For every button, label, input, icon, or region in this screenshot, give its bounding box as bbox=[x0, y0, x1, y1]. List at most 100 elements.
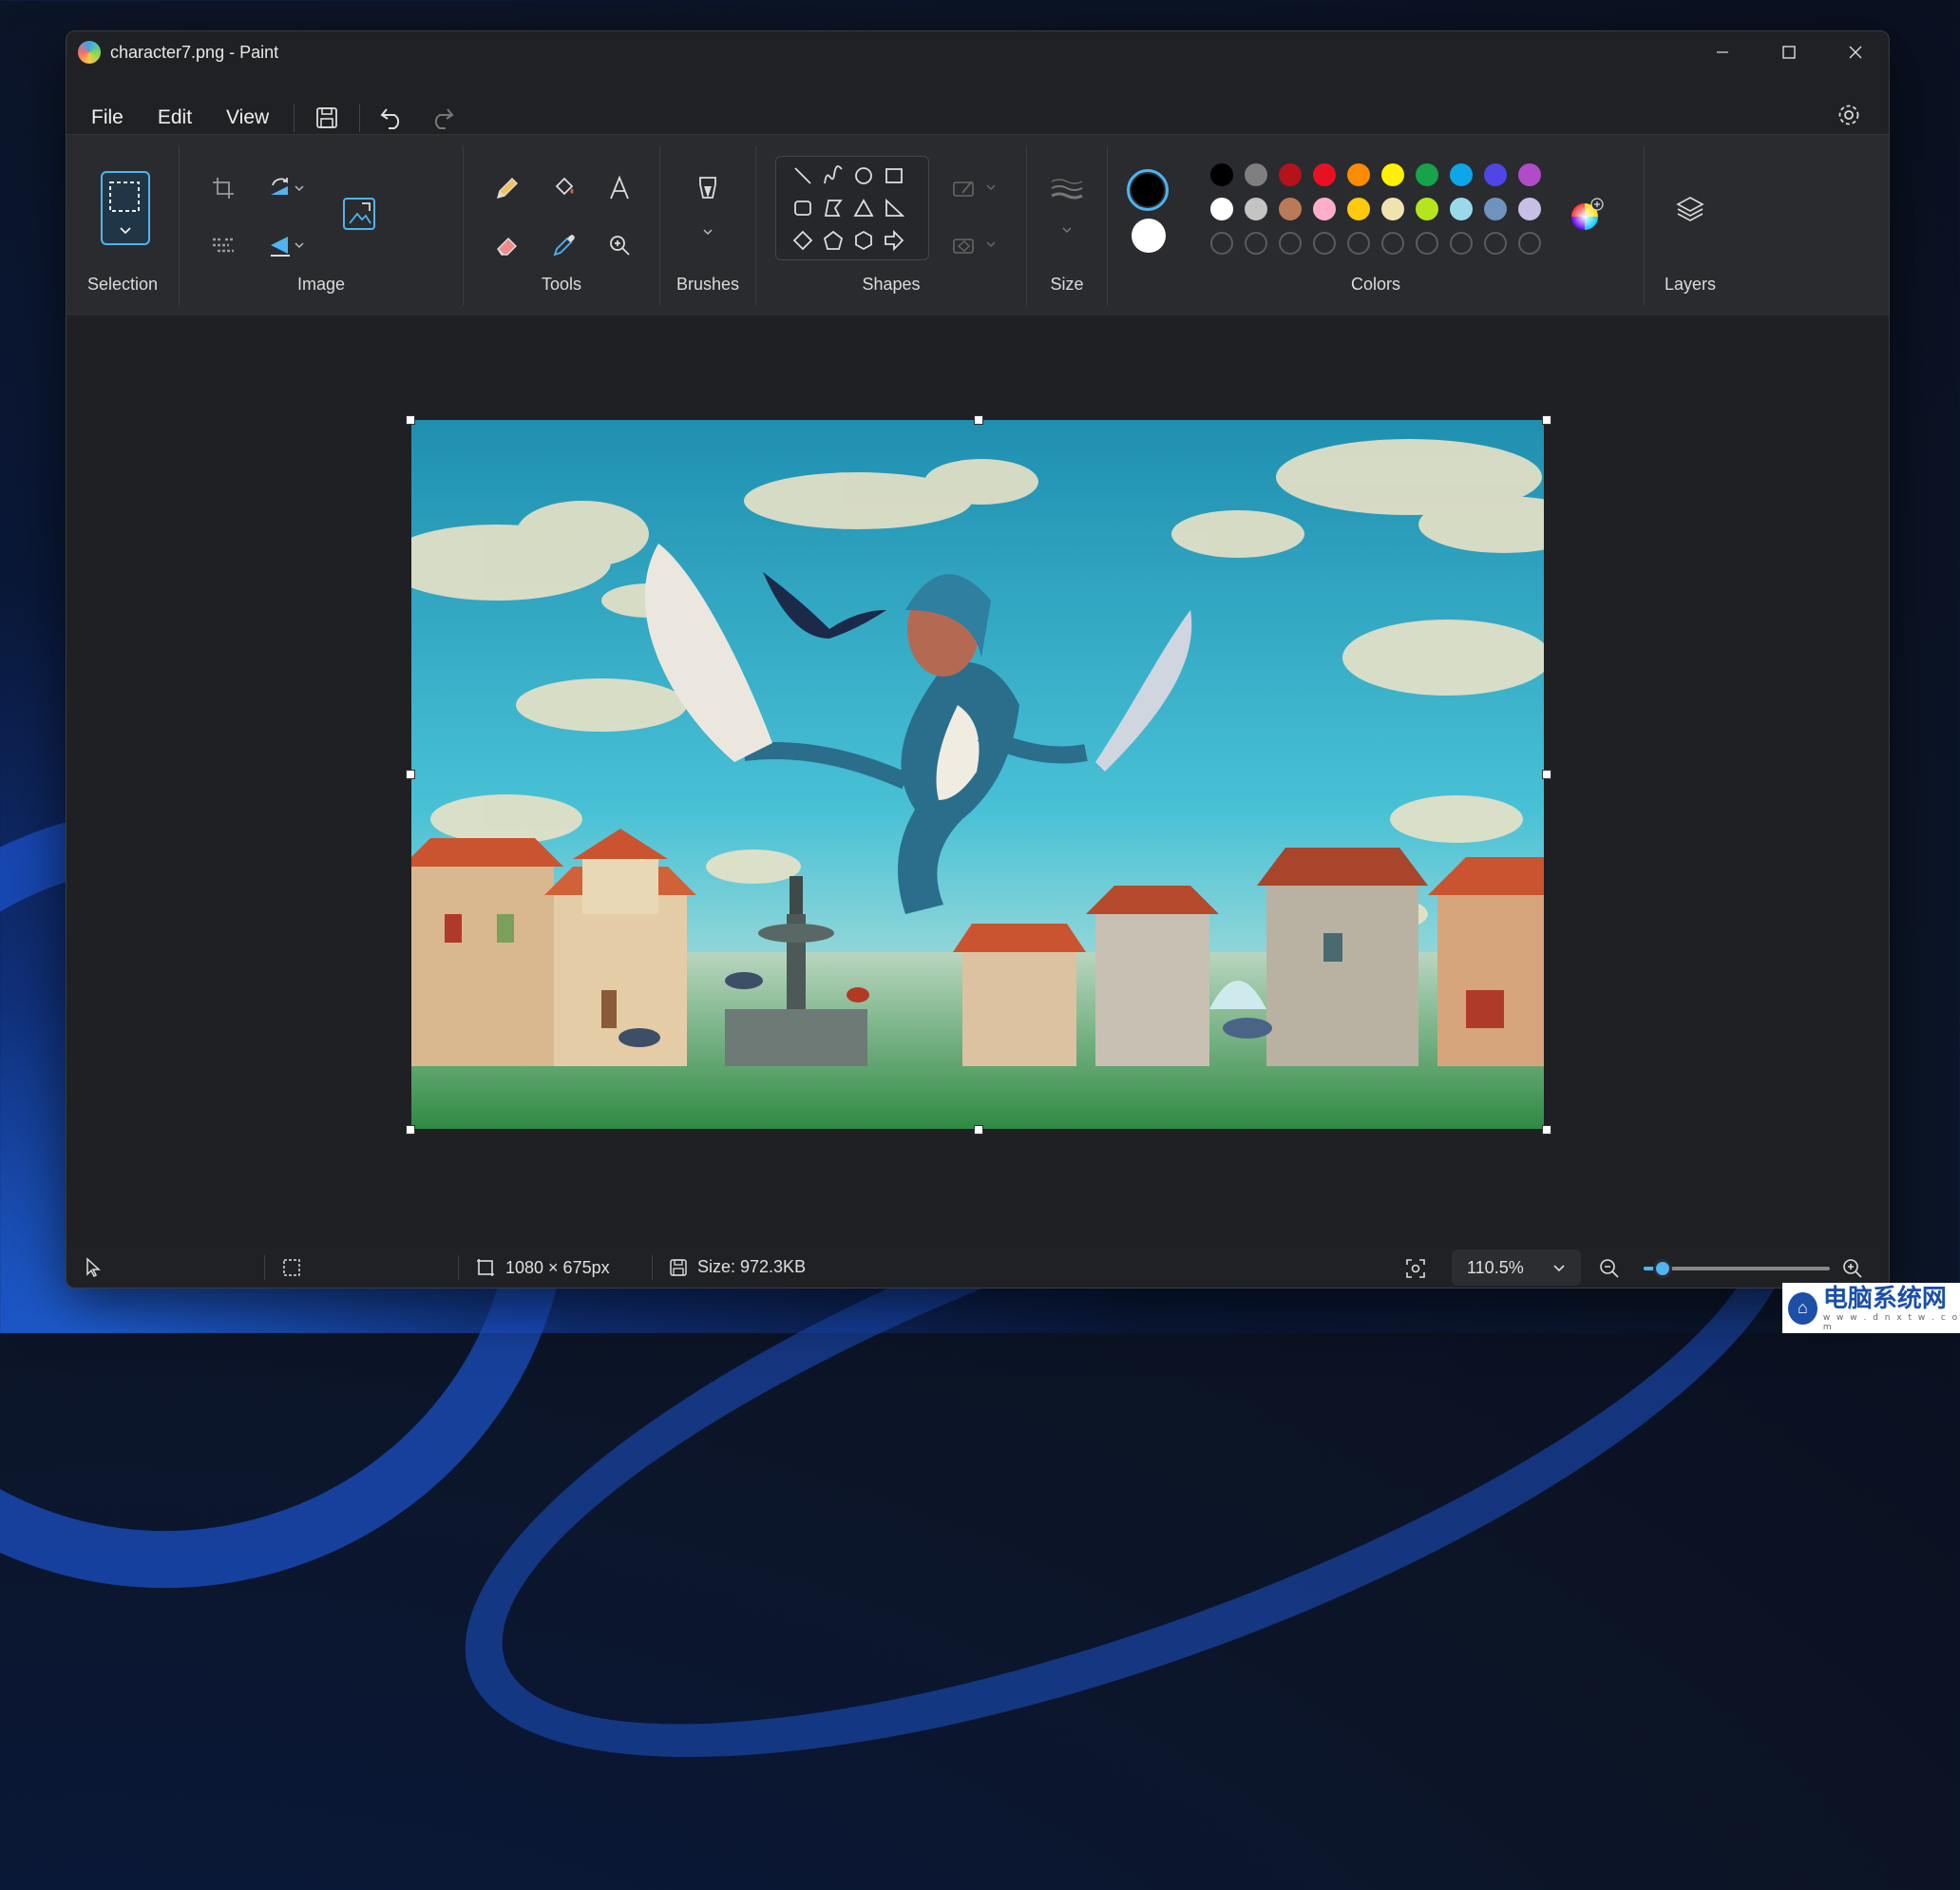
fit-to-window-button[interactable] bbox=[1400, 1253, 1431, 1284]
oval-shape[interactable] bbox=[848, 161, 879, 191]
remove-background-button[interactable] bbox=[202, 224, 244, 266]
undo-button[interactable] bbox=[368, 97, 417, 139]
color-swatch[interactable] bbox=[1210, 163, 1233, 186]
image-group: Image bbox=[180, 135, 463, 315]
color-swatch[interactable] bbox=[1518, 163, 1541, 186]
zoom-level-dropdown[interactable]: 110.5% bbox=[1452, 1250, 1581, 1286]
secondary-color-button[interactable] bbox=[1132, 219, 1166, 253]
menu-view[interactable]: View bbox=[209, 106, 286, 129]
flip-dropdown[interactable] bbox=[288, 224, 311, 266]
custom-color-slot[interactable] bbox=[1279, 232, 1302, 255]
color-swatch[interactable] bbox=[1484, 163, 1507, 186]
pencil-tool[interactable] bbox=[486, 167, 528, 209]
color-swatch[interactable] bbox=[1279, 163, 1302, 186]
resize-handle[interactable] bbox=[1542, 1125, 1551, 1135]
selection-tool-button[interactable] bbox=[101, 171, 150, 245]
resize-handle[interactable] bbox=[974, 1125, 983, 1135]
close-button[interactable] bbox=[1822, 31, 1889, 73]
curve-shape[interactable] bbox=[818, 161, 848, 191]
rotate-dropdown[interactable] bbox=[288, 167, 311, 209]
zoom-in-button[interactable] bbox=[1839, 1255, 1866, 1282]
maximize-button[interactable] bbox=[1756, 31, 1822, 73]
color-swatch[interactable] bbox=[1347, 198, 1370, 220]
eraser-tool[interactable] bbox=[486, 224, 528, 266]
edit-colors-button[interactable] bbox=[1566, 194, 1608, 236]
color-picker-tool[interactable] bbox=[543, 224, 585, 266]
redo-button[interactable] bbox=[417, 97, 466, 139]
canvas-area[interactable] bbox=[67, 315, 1889, 1247]
layers-button[interactable] bbox=[1669, 188, 1711, 230]
zoom-slider[interactable] bbox=[1644, 1259, 1830, 1278]
color-swatch[interactable] bbox=[1450, 198, 1473, 220]
resize-handle[interactable] bbox=[1542, 770, 1551, 779]
color-swatch[interactable] bbox=[1381, 163, 1404, 186]
color-swatch[interactable] bbox=[1245, 198, 1267, 220]
primary-color-button[interactable] bbox=[1127, 169, 1169, 211]
resize-handle[interactable] bbox=[406, 415, 415, 425]
size-dropdown[interactable] bbox=[1046, 219, 1088, 241]
shape-fill-icon bbox=[953, 239, 996, 254]
custom-color-slot[interactable] bbox=[1381, 232, 1404, 255]
fill-tool[interactable] bbox=[543, 167, 585, 209]
magnifier-tool[interactable] bbox=[599, 224, 640, 266]
color-swatch[interactable] bbox=[1245, 163, 1267, 186]
shapes-gallery bbox=[775, 156, 929, 260]
diamond-shape[interactable] bbox=[788, 225, 818, 256]
stroke-size-icon bbox=[1051, 179, 1083, 200]
custom-color-slot[interactable] bbox=[1416, 232, 1438, 255]
custom-color-slot[interactable] bbox=[1484, 232, 1507, 255]
menu-edit[interactable]: Edit bbox=[141, 106, 209, 129]
settings-button[interactable] bbox=[1828, 94, 1870, 136]
canvas-image[interactable] bbox=[411, 420, 1544, 1129]
zoom-level-value: 110.5% bbox=[1467, 1257, 1524, 1277]
zoom-out-button[interactable] bbox=[1596, 1255, 1623, 1282]
minimize-button[interactable] bbox=[1689, 31, 1756, 73]
resize-handle[interactable] bbox=[974, 415, 983, 425]
color-swatch[interactable] bbox=[1279, 198, 1302, 220]
arrow-shape[interactable] bbox=[879, 225, 909, 256]
custom-color-slot[interactable] bbox=[1313, 232, 1336, 255]
color-swatch[interactable] bbox=[1210, 198, 1233, 220]
text-tool[interactable] bbox=[599, 167, 640, 209]
fill-style-button[interactable] bbox=[946, 224, 1003, 266]
group-label-tools: Tools bbox=[541, 275, 582, 294]
stroke-size-button[interactable] bbox=[1046, 169, 1088, 211]
canvas-size-indicator: 1080 × 675px bbox=[475, 1257, 610, 1278]
custom-color-slot[interactable] bbox=[1347, 232, 1370, 255]
pentagon-shape[interactable] bbox=[818, 225, 848, 256]
right-triangle-shape[interactable] bbox=[879, 193, 909, 223]
custom-color-slot[interactable] bbox=[1210, 232, 1233, 255]
pencil-icon bbox=[496, 178, 518, 200]
custom-color-slot[interactable] bbox=[1518, 232, 1541, 255]
group-label-brushes: Brushes bbox=[676, 275, 740, 294]
save-button[interactable] bbox=[302, 97, 352, 139]
color-swatch[interactable] bbox=[1484, 198, 1507, 220]
color-swatch[interactable] bbox=[1313, 198, 1336, 220]
custom-color-slot[interactable] bbox=[1450, 232, 1473, 255]
line-shape[interactable] bbox=[788, 161, 818, 191]
color-swatch[interactable] bbox=[1347, 163, 1370, 186]
resize-handle[interactable] bbox=[406, 1125, 415, 1135]
color-swatch[interactable] bbox=[1518, 198, 1541, 220]
zoom-slider-thumb[interactable] bbox=[1652, 1259, 1672, 1278]
color-swatch[interactable] bbox=[1381, 198, 1404, 220]
crop-button[interactable] bbox=[202, 167, 244, 209]
color-swatch[interactable] bbox=[1450, 163, 1473, 186]
color-swatch[interactable] bbox=[1416, 163, 1438, 186]
resize-handle[interactable] bbox=[406, 770, 415, 779]
tools-group: Tools bbox=[464, 135, 659, 315]
color-swatch[interactable] bbox=[1313, 163, 1336, 186]
rounded-rectangle-shape[interactable] bbox=[788, 193, 818, 223]
rectangle-shape[interactable] bbox=[879, 161, 909, 191]
resize-handle[interactable] bbox=[1542, 415, 1551, 425]
custom-color-slot[interactable] bbox=[1245, 232, 1267, 255]
resize-button[interactable] bbox=[335, 190, 383, 238]
polygon-shape[interactable] bbox=[818, 193, 848, 223]
outline-style-button[interactable] bbox=[946, 167, 1003, 209]
color-swatch[interactable] bbox=[1416, 198, 1438, 220]
hexagon-shape[interactable] bbox=[848, 225, 879, 256]
brush-button[interactable] bbox=[687, 171, 729, 213]
triangle-shape[interactable] bbox=[848, 193, 879, 223]
menu-file[interactable]: File bbox=[74, 106, 141, 129]
brush-dropdown[interactable] bbox=[687, 220, 729, 243]
